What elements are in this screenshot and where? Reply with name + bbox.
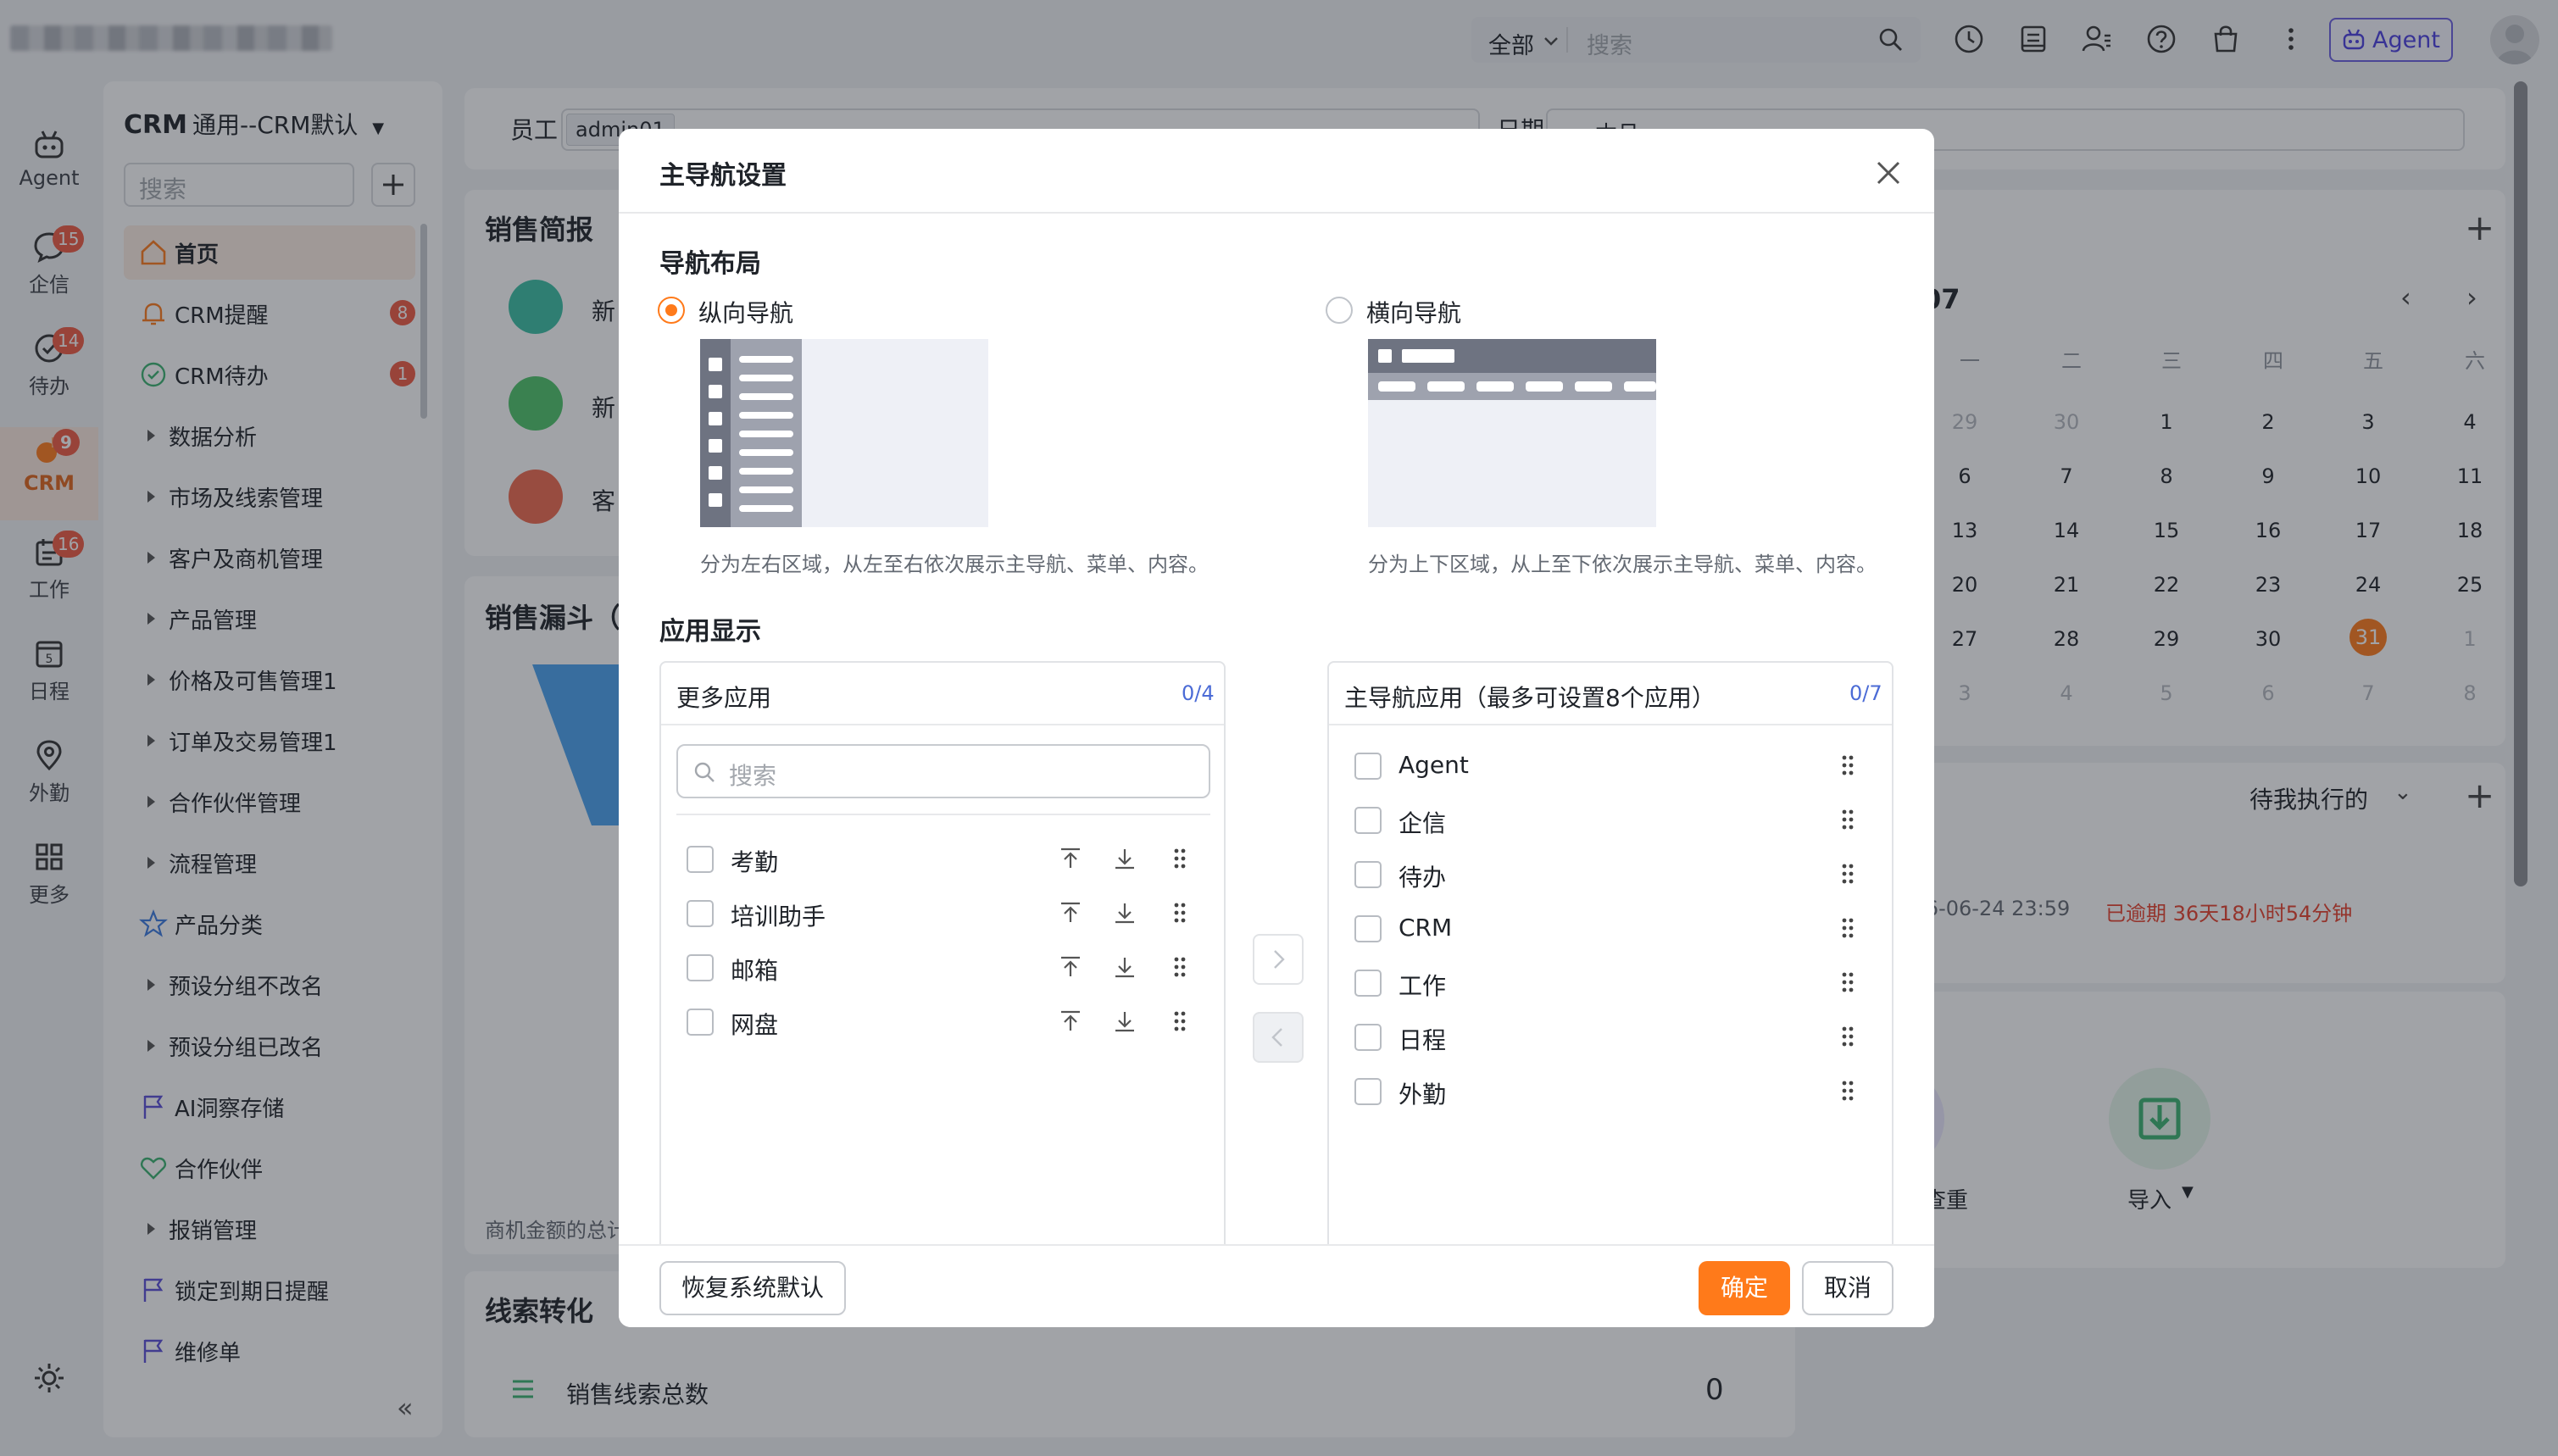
app-checkbox[interactable] — [1354, 1078, 1382, 1105]
move-to-bottom-icon[interactable] — [1112, 1009, 1137, 1034]
app-name: 日程 — [1399, 1026, 1447, 1054]
close-icon[interactable] — [1871, 156, 1905, 190]
horizontal-layout-preview[interactable] — [1368, 339, 1656, 527]
nav-app-row[interactable]: 外勤 — [1329, 1071, 1892, 1112]
move-to-bottom-icon[interactable] — [1112, 900, 1137, 925]
horizontal-nav-label[interactable]: 横向导航 — [1366, 295, 1461, 329]
app-name: CRM — [1399, 914, 1453, 942]
app-name: 邮箱 — [731, 957, 779, 985]
drag-handle-icon[interactable] — [1173, 956, 1187, 978]
app-row[interactable]: 邮箱 — [661, 948, 1224, 988]
chevron-right-icon — [1274, 950, 1285, 969]
cancel-button[interactable]: 取消 — [1802, 1261, 1893, 1315]
app-checkbox[interactable] — [687, 900, 714, 927]
vertical-nav-label[interactable]: 纵向导航 — [698, 295, 793, 329]
horizontal-nav-radio[interactable] — [1326, 297, 1353, 324]
nav-app-row[interactable]: 日程 — [1329, 1017, 1892, 1058]
dialog-title: 主导航设置 — [659, 161, 787, 191]
app-checkbox[interactable] — [687, 1009, 714, 1036]
drag-handle-icon[interactable] — [1173, 1010, 1187, 1032]
chevron-left-icon — [1271, 1028, 1282, 1047]
app-name: 培训助手 — [731, 903, 826, 931]
page-scrollbar[interactable] — [2514, 81, 2527, 886]
panel-title: 主导航应用（最多可设置8个应用） — [1344, 684, 1716, 712]
move-to-bottom-icon[interactable] — [1112, 954, 1137, 980]
divider — [1329, 724, 1892, 725]
confirm-button[interactable]: 确定 — [1699, 1261, 1790, 1315]
app-name: 考勤 — [731, 848, 779, 876]
nav-app-row[interactable]: 待办 — [1329, 854, 1892, 895]
nav-app-row[interactable]: 企信 — [1329, 800, 1892, 841]
nav-app-row[interactable]: 工作 — [1329, 963, 1892, 1003]
drag-handle-icon[interactable] — [1841, 917, 1855, 939]
move-to-top-icon[interactable] — [1058, 900, 1083, 925]
divider — [661, 724, 1224, 725]
layout-section-title: 导航布局 — [659, 249, 761, 279]
app-checkbox[interactable] — [1354, 1024, 1382, 1051]
app-row[interactable]: 网盘 — [661, 1002, 1224, 1042]
drag-handle-icon[interactable] — [1841, 754, 1855, 776]
panel-count: 0/4 — [1182, 681, 1215, 705]
app-name: 网盘 — [731, 1011, 779, 1039]
vertical-nav-desc: 分为左右区域，从左至右依次展示主导航、菜单、内容。 — [700, 553, 1209, 576]
move-to-bottom-icon[interactable] — [1112, 846, 1137, 871]
nav-app-row[interactable]: Agent — [1329, 746, 1892, 786]
app-checkbox[interactable] — [687, 954, 714, 981]
drag-handle-icon[interactable] — [1841, 1080, 1855, 1102]
more-apps-panel: 更多应用 0/4 搜索 考勤 培训助手 邮箱 网盘 — [659, 661, 1226, 1271]
app-name: 企信 — [1399, 809, 1447, 837]
app-name: 工作 — [1399, 972, 1447, 1000]
move-to-top-icon[interactable] — [1058, 846, 1083, 871]
app-checkbox[interactable] — [1354, 753, 1382, 780]
nav-app-row[interactable]: CRM — [1329, 909, 1892, 949]
app-checkbox[interactable] — [1354, 915, 1382, 942]
move-right-button[interactable] — [1253, 934, 1304, 985]
app-row[interactable]: 考勤 — [661, 839, 1224, 880]
drag-handle-icon[interactable] — [1841, 809, 1855, 831]
app-checkbox[interactable] — [1354, 807, 1382, 834]
move-to-top-icon[interactable] — [1058, 1009, 1083, 1034]
drag-handle-icon[interactable] — [1841, 1025, 1855, 1048]
nav-settings-dialog: 主导航设置 导航布局 纵向导航 分为左右区域，从左至右依次展示主导航、菜单、内容… — [619, 129, 1934, 1327]
drag-handle-icon[interactable] — [1173, 847, 1187, 870]
app-name: 待办 — [1399, 864, 1447, 892]
app-name: 外勤 — [1399, 1081, 1447, 1109]
app-row[interactable]: 培训助手 — [661, 893, 1224, 934]
drag-handle-icon[interactable] — [1173, 902, 1187, 924]
vertical-nav-radio[interactable] — [658, 297, 685, 324]
move-to-top-icon[interactable] — [1058, 954, 1083, 980]
move-left-button[interactable] — [1253, 1012, 1304, 1063]
apps-section-title: 应用显示 — [659, 617, 761, 647]
app-name: Agent — [1399, 751, 1469, 779]
main-nav-apps-panel: 主导航应用（最多可设置8个应用） 0/7 Agent 企信 待办 CRM 工作 — [1327, 661, 1893, 1271]
drag-handle-icon[interactable] — [1841, 971, 1855, 993]
app-checkbox[interactable] — [1354, 970, 1382, 997]
drag-handle-icon[interactable] — [1841, 863, 1855, 885]
panel-title: 更多应用 — [676, 684, 772, 712]
app-search-input[interactable]: 搜索 — [676, 744, 1210, 798]
divider — [676, 814, 1210, 815]
restore-default-button[interactable]: 恢复系统默认 — [659, 1261, 846, 1315]
vertical-layout-preview[interactable] — [700, 339, 988, 527]
search-icon — [694, 762, 715, 782]
divider — [619, 1244, 1934, 1246]
divider — [619, 212, 1934, 214]
horizontal-nav-desc: 分为上下区域，从上至下依次展示主导航、菜单、内容。 — [1368, 553, 1877, 576]
app-checkbox[interactable] — [687, 846, 714, 873]
panel-count: 0/7 — [1849, 681, 1882, 705]
app-checkbox[interactable] — [1354, 861, 1382, 888]
